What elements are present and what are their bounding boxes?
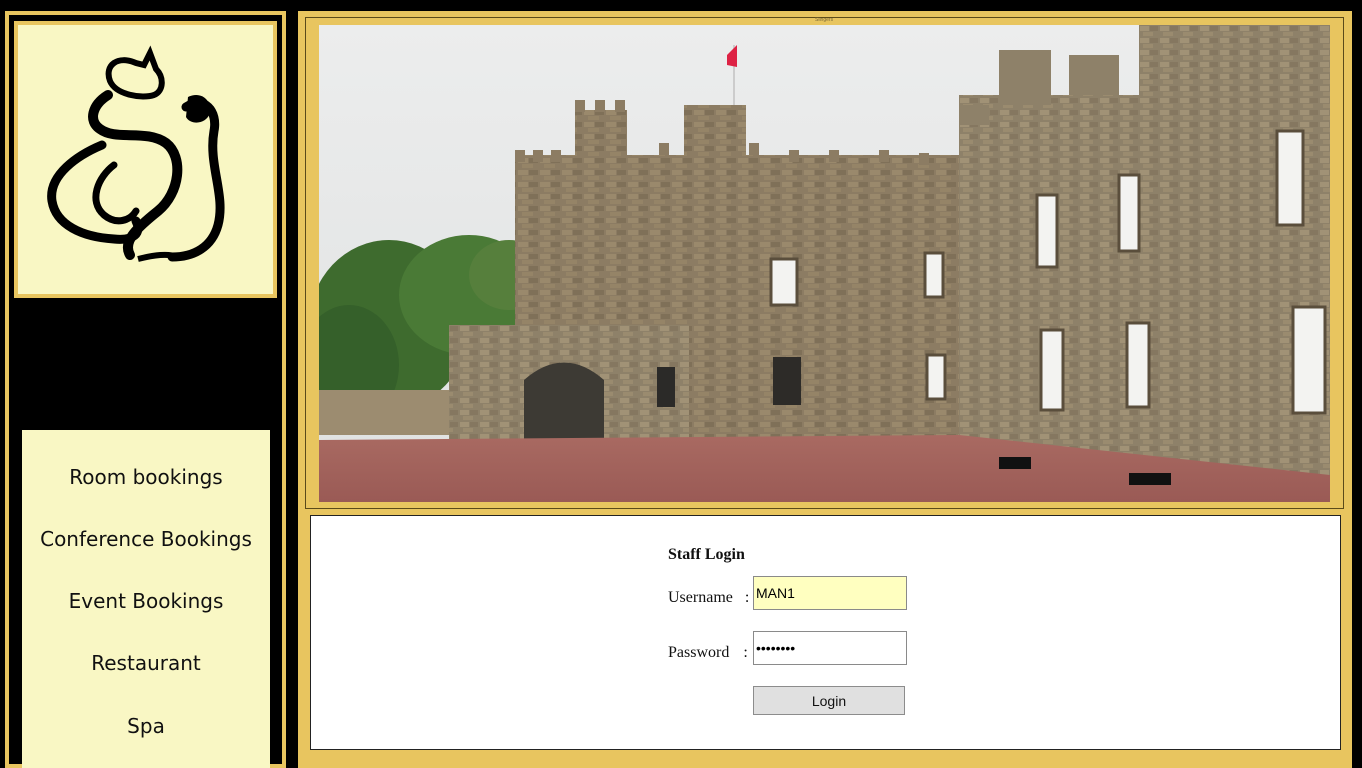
- password-colon: :: [743, 644, 748, 661]
- username-field[interactable]: [753, 576, 907, 610]
- nav-item-restaurant[interactable]: Restaurant: [22, 651, 270, 675]
- password-field[interactable]: [753, 631, 907, 665]
- password-label-text: Password: [668, 644, 730, 661]
- password-label: Password :: [668, 644, 748, 662]
- logo[interactable]: [14, 21, 277, 298]
- username-label-text: Username: [668, 589, 733, 606]
- username-label: Username :: [668, 589, 749, 607]
- login-title: Staff Login: [668, 546, 745, 563]
- nav-item-room-bookings[interactable]: Room bookings: [22, 465, 270, 489]
- hero-caption: Slingers: [815, 17, 834, 23]
- castle-courtyard-photo: [319, 25, 1330, 502]
- login-button[interactable]: Login: [753, 686, 905, 715]
- nav-item-conference-bookings[interactable]: Conference Bookings: [22, 527, 270, 551]
- nav-item-event-bookings[interactable]: Event Bookings: [22, 589, 270, 613]
- cat-monogram-logo-icon: [47, 45, 225, 262]
- nav-item-spa[interactable]: Spa: [22, 714, 270, 738]
- username-colon: :: [744, 589, 750, 606]
- sidebar-nav: Room bookings Conference Bookings Event …: [22, 430, 270, 768]
